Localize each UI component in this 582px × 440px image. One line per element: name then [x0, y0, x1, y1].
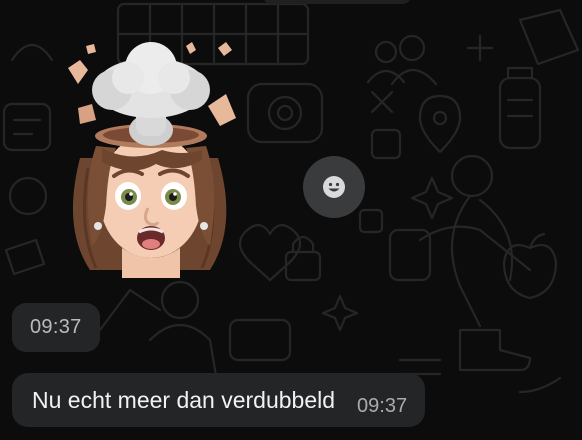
- mind-blown-memoji-sticker[interactable]: [58, 38, 244, 278]
- chat-window: 09:37 Nu echt meer dan verdubbeld 09:37: [0, 0, 582, 440]
- incoming-message-bubble[interactable]: Nu echt meer dan verdubbeld 09:37: [12, 373, 426, 427]
- smiley-face-icon: [323, 176, 345, 198]
- message-text: Nu echt meer dan verdubbeld: [32, 386, 336, 413]
- sticker-time-text: 09:37: [30, 316, 82, 338]
- sticker-timestamp: 09:37: [12, 303, 100, 352]
- message-timestamp: 09:37: [357, 394, 408, 417]
- memoji-illustration: [68, 42, 236, 278]
- add-reaction-button[interactable]: [303, 156, 365, 218]
- previous-message-bubble-edge: [262, 0, 412, 4]
